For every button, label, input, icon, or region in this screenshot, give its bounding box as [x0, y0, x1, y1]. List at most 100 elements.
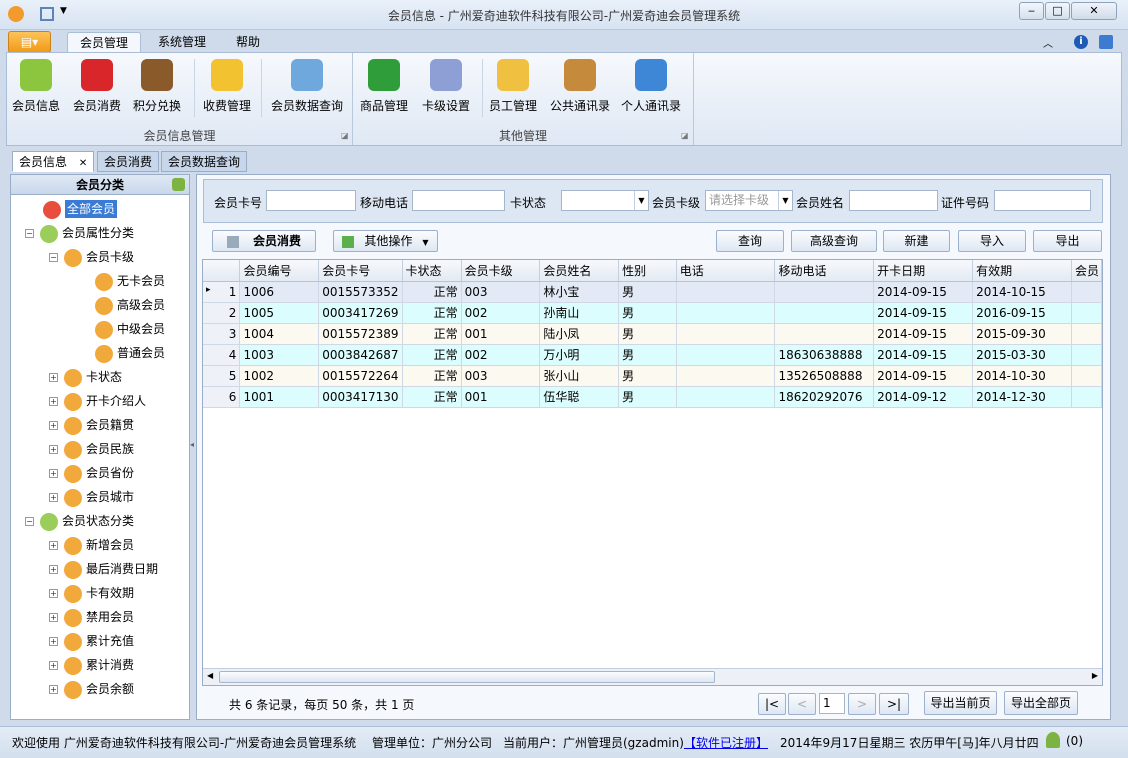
- column-header[interactable]: 会员: [1071, 260, 1102, 282]
- expand-icon[interactable]: +: [49, 661, 58, 670]
- expand-icon[interactable]: +: [49, 421, 58, 430]
- tree-node[interactable]: + 会员籍贯: [49, 413, 134, 437]
- import-button[interactable]: 导入: [958, 230, 1026, 252]
- tree-node[interactable]: + 会员城市: [49, 485, 134, 509]
- status-select[interactable]: ▼: [561, 190, 649, 211]
- export-all-pages-button[interactable]: 导出全部页: [1004, 691, 1078, 715]
- tree-node[interactable]: + 会员民族: [49, 437, 134, 461]
- tab-system-management[interactable]: 系统管理: [146, 32, 218, 53]
- expand-icon[interactable]: +: [49, 445, 58, 454]
- ribbon-button-9[interactable]: 个人通讯录: [617, 57, 685, 117]
- tree-node[interactable]: 中级会员: [95, 317, 165, 341]
- collapse-icon[interactable]: −: [25, 229, 34, 238]
- ribbon-button-5[interactable]: 商品管理: [359, 57, 409, 117]
- query-button[interactable]: 查询: [716, 230, 784, 252]
- ribbon-button-7[interactable]: 员工管理: [485, 57, 541, 117]
- dialog-launcher-icon[interactable]: ◪: [341, 131, 349, 140]
- close-tab-icon[interactable]: ✕: [79, 158, 87, 169]
- tree-node[interactable]: 高级会员: [95, 293, 165, 317]
- ribbon-button-6[interactable]: 卡级设置: [419, 57, 473, 117]
- next-page-button[interactable]: >: [848, 693, 876, 715]
- table-row[interactable]: 6 1001 0003417130 正常 001 伍华聪男 18620292076 2014-…: [203, 386, 1102, 408]
- first-page-button[interactable]: |<: [758, 693, 786, 715]
- column-header[interactable]: 有效期: [972, 260, 1073, 282]
- ribbon-button-2[interactable]: 积分兑换: [131, 57, 183, 117]
- prev-page-button[interactable]: <: [788, 693, 816, 715]
- horizontal-scrollbar[interactable]: ◀ ▶: [203, 668, 1102, 685]
- ribbon-button-3[interactable]: 收费管理: [196, 57, 258, 117]
- application-menu-button[interactable]: ▤▾: [8, 31, 51, 53]
- doc-tab-member-consume[interactable]: 会员消费: [97, 151, 160, 172]
- tree-node[interactable]: + 新增会员: [49, 533, 134, 557]
- export-current-page-button[interactable]: 导出当前页: [924, 691, 997, 715]
- expand-icon[interactable]: +: [49, 685, 58, 694]
- table-row[interactable]: 4 1003 0003842687 正常 002 万小明男 18630638888 2014-…: [203, 344, 1102, 366]
- tree-node[interactable]: − 会员状态分类: [25, 509, 134, 533]
- tree-node[interactable]: + 会员省份: [49, 461, 134, 485]
- tree-node[interactable]: + 累计充值: [49, 629, 134, 653]
- tree-node[interactable]: − 会员卡级: [49, 245, 134, 269]
- export-button[interactable]: 导出: [1033, 230, 1102, 252]
- other-operations-button[interactable]: 其他操作 ▼: [333, 230, 438, 252]
- card-no-input[interactable]: [266, 190, 356, 211]
- doc-tab-member-query[interactable]: 会员数据查询: [161, 151, 248, 172]
- column-header[interactable]: 移动电话: [774, 260, 875, 282]
- ribbon-button-4[interactable]: 会员数据查询: [263, 57, 351, 117]
- splitter-collapse-icon[interactable]: ◂: [190, 440, 194, 449]
- maximize-button[interactable]: □: [1045, 2, 1070, 20]
- id-no-input[interactable]: [994, 190, 1091, 211]
- tree-node[interactable]: + 卡有效期: [49, 581, 134, 605]
- expand-icon[interactable]: +: [49, 397, 58, 406]
- column-header[interactable]: 开卡日期: [873, 260, 974, 282]
- column-header[interactable]: 会员卡号: [318, 260, 403, 282]
- page-input[interactable]: 1: [819, 693, 845, 714]
- advanced-query-button[interactable]: 高级查询: [791, 230, 877, 252]
- tree-node[interactable]: + 卡状态: [49, 365, 122, 389]
- tree-node[interactable]: 无卡会员: [95, 269, 165, 293]
- table-row[interactable]: 3 1004 0015572389 正常 001 陆小凤男 2014-09-15 2015-0…: [203, 323, 1102, 345]
- tree-settings-icon[interactable]: [172, 178, 185, 191]
- level-select[interactable]: 请选择卡级 ▼: [705, 190, 793, 211]
- column-header[interactable]: 电话: [676, 260, 776, 282]
- name-input[interactable]: [849, 190, 938, 211]
- tree-node[interactable]: + 会员余额: [49, 677, 134, 701]
- mobile-input[interactable]: [412, 190, 505, 211]
- tree-node[interactable]: + 禁用会员: [49, 605, 134, 629]
- column-header[interactable]: 会员姓名: [539, 260, 620, 282]
- collapse-icon[interactable]: −: [49, 253, 58, 262]
- column-header[interactable]: 卡状态: [402, 260, 462, 282]
- member-consume-button[interactable]: 会员消费: [212, 230, 316, 252]
- tab-member-management[interactable]: 会员管理: [67, 32, 142, 53]
- online-users-icon[interactable]: [1046, 732, 1060, 748]
- column-header[interactable]: 会员编号: [239, 260, 320, 282]
- tree-node[interactable]: 全部会员: [43, 197, 118, 221]
- expand-icon[interactable]: +: [49, 373, 58, 382]
- expand-icon[interactable]: +: [49, 469, 58, 478]
- table-row[interactable]: 2 1005 0003417269 正常 002 孙南山男 2014-09-15 2016-0…: [203, 302, 1102, 324]
- tree-node[interactable]: 普通会员: [95, 341, 165, 365]
- registered-link[interactable]: 【软件已注册】: [684, 734, 768, 751]
- tab-help[interactable]: 帮助: [224, 32, 272, 53]
- expand-icon[interactable]: +: [49, 565, 58, 574]
- collapse-icon[interactable]: −: [25, 517, 34, 526]
- minimize-button[interactable]: ‒: [1019, 2, 1044, 20]
- scrollbar-thumb[interactable]: [219, 671, 715, 683]
- last-page-button[interactable]: >|: [879, 693, 909, 715]
- ribbon-button-1[interactable]: 会员消费: [71, 57, 123, 117]
- table-row[interactable]: ▸ 1 1006 0015573352 正常 003 林小宝男 2014-09-15 2014-…: [203, 281, 1102, 303]
- table-row[interactable]: 5 1002 0015572264 正常 003 张小山男 13526508888 2014-…: [203, 365, 1102, 387]
- tree-node[interactable]: − 会员属性分类: [25, 221, 134, 245]
- collapse-ribbon-icon[interactable]: ︿: [1043, 35, 1053, 50]
- expand-icon[interactable]: +: [49, 589, 58, 598]
- expand-icon[interactable]: +: [49, 493, 58, 502]
- new-button[interactable]: 新建: [883, 230, 950, 252]
- about-icon[interactable]: [1099, 35, 1113, 49]
- ribbon-button-0[interactable]: 会员信息: [11, 57, 61, 117]
- tree-node[interactable]: + 最后消费日期: [49, 557, 158, 581]
- column-header[interactable]: 会员卡级: [461, 260, 541, 282]
- expand-icon[interactable]: +: [49, 637, 58, 646]
- column-header[interactable]: [203, 260, 241, 282]
- ribbon-button-8[interactable]: 公共通讯录: [545, 57, 615, 117]
- dialog-launcher-icon[interactable]: ◪: [681, 131, 689, 140]
- tree-node[interactable]: + 开卡介绍人: [49, 389, 146, 413]
